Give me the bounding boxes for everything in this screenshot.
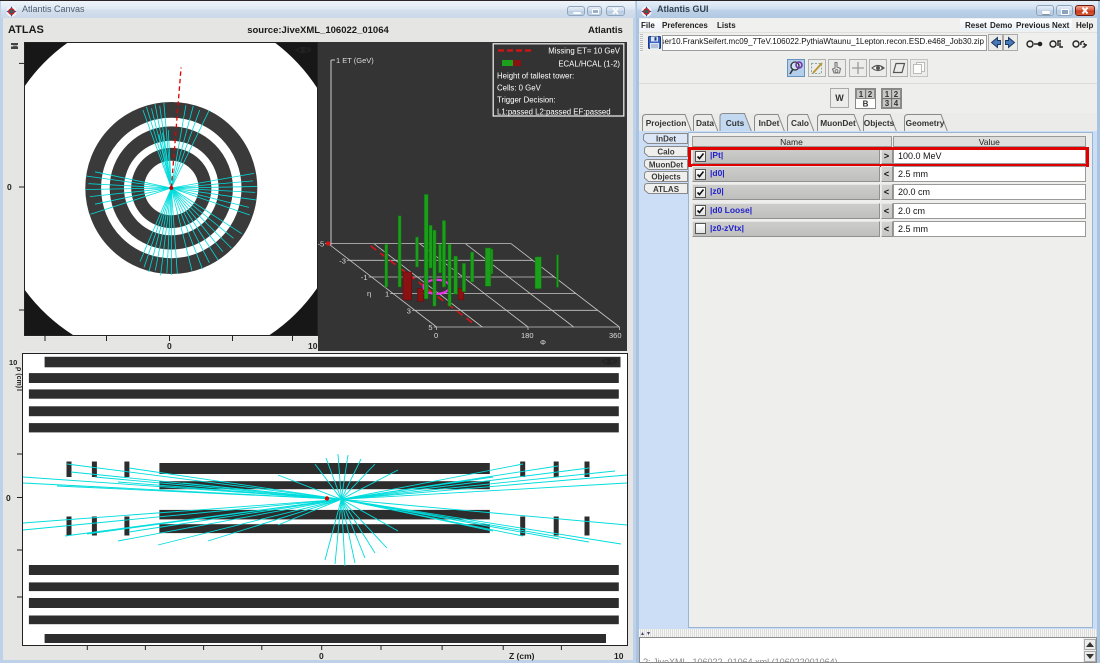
- svg-text:1: 1: [859, 90, 864, 99]
- svg-text:2: 2: [868, 90, 873, 99]
- svg-text:Data: Data: [696, 118, 714, 128]
- svg-text:Trigger Decision:: Trigger Decision:: [497, 96, 556, 105]
- svg-text:ATLAS: ATLAS: [653, 185, 680, 194]
- svg-text:MuonDet: MuonDet: [649, 161, 684, 170]
- svg-text:0: 0: [6, 493, 11, 503]
- svg-text:ECAL/HCAL (1-2): ECAL/HCAL (1-2): [558, 60, 620, 69]
- svg-text:180: 180: [521, 331, 534, 340]
- svg-text:Objects: Objects: [864, 118, 895, 128]
- svg-text:Cuts: Cuts: [726, 118, 745, 128]
- svg-text:Calo: Calo: [791, 118, 809, 128]
- svg-text:10: 10: [9, 358, 17, 367]
- svg-text:MuonDet: MuonDet: [820, 118, 856, 128]
- svg-text:1: 1: [885, 90, 890, 99]
- svg-text:-5: -5: [318, 240, 324, 249]
- svg-text:2: 2: [894, 90, 899, 99]
- svg-text:η: η: [367, 289, 371, 298]
- svg-text:0: 0: [7, 182, 12, 192]
- svg-text:360: 360: [609, 331, 622, 340]
- svg-text:-1: -1: [361, 273, 368, 282]
- svg-text:-3: -3: [339, 256, 346, 265]
- svg-text:4: 4: [894, 99, 899, 108]
- svg-text:Φ: Φ: [540, 338, 546, 347]
- svg-text:5: 5: [428, 323, 432, 332]
- svg-text:10: 10: [614, 651, 624, 661]
- svg-text:Objects: Objects: [651, 173, 681, 182]
- svg-text:Calo: Calo: [657, 148, 674, 157]
- svg-text:B: B: [863, 100, 869, 109]
- svg-text:3: 3: [407, 306, 411, 315]
- svg-text:10: 10: [308, 341, 318, 351]
- svg-text:3: 3: [885, 99, 890, 108]
- svg-text:0: 0: [434, 331, 438, 340]
- svg-text:InDet: InDet: [759, 118, 780, 128]
- svg-text:Height of tallest tower:: Height of tallest tower:: [497, 72, 574, 81]
- svg-text:InDet: InDet: [656, 135, 676, 144]
- svg-text:Projection: Projection: [646, 118, 687, 128]
- svg-text:Geometry: Geometry: [906, 118, 945, 128]
- svg-text:Cells: 0 GeV: Cells: 0 GeV: [497, 84, 542, 93]
- svg-text:0: 0: [167, 341, 172, 351]
- svg-text:1 ET (GeV): 1 ET (GeV): [336, 56, 374, 65]
- svg-text:0: 0: [319, 651, 324, 661]
- svg-text:Missing ET= 10 GeV: Missing ET= 10 GeV: [548, 47, 621, 56]
- svg-text:1: 1: [385, 290, 389, 299]
- svg-text:ρ (cm): ρ (cm): [15, 367, 22, 388]
- svg-text:L1:passed L2:passed EF:passed: L1:passed L2:passed EF:passed: [497, 108, 611, 117]
- svg-text:Z (cm): Z (cm): [509, 651, 535, 661]
